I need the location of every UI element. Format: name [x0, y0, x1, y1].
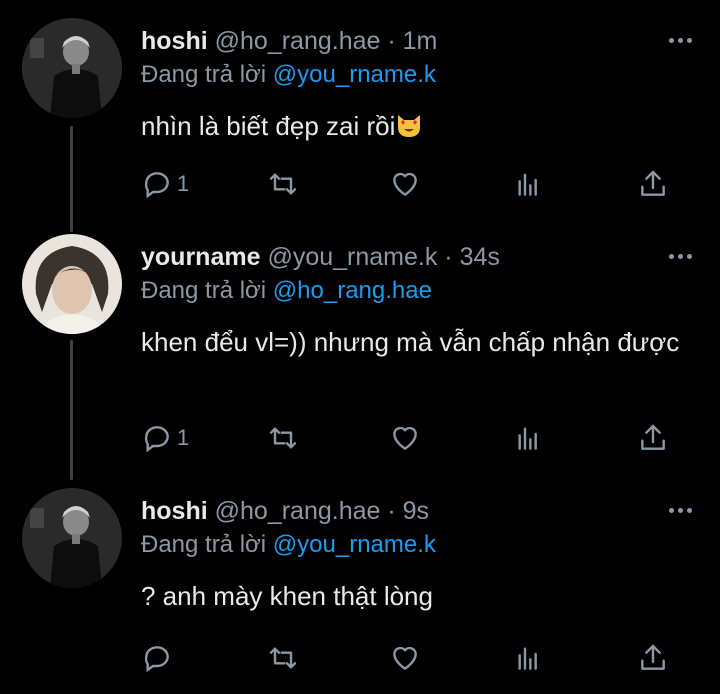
heart-eyes-cat-emoji: [395, 110, 423, 150]
avatar[interactable]: [22, 234, 122, 334]
more-options-icon[interactable]: [669, 254, 692, 259]
reply-count: 1: [177, 171, 190, 196]
share-button[interactable]: [637, 166, 669, 202]
tweet-actions: [141, 640, 681, 676]
more-options-icon[interactable]: [669, 508, 692, 513]
tweet-text: ? anh mày khen thật lòng: [141, 581, 433, 611]
replying-to: Đang trả lời @you_rname.k: [141, 60, 700, 90]
share-button[interactable]: [637, 640, 669, 676]
reply-icon: [144, 646, 169, 673]
handle[interactable]: @ho_rang.hae: [215, 497, 381, 525]
retweet-button[interactable]: [267, 640, 299, 676]
like-icon: [393, 646, 417, 670]
reply-prefix: Đang trả lời: [141, 277, 267, 304]
analytics-icon: [518, 173, 537, 196]
retweet-button[interactable]: [267, 420, 299, 456]
tweet-header: yourname @you_rname.k · 34s: [141, 242, 700, 272]
display-name[interactable]: hoshi: [141, 27, 208, 55]
tweet-actions: 1: [141, 420, 681, 456]
share-button[interactable]: [637, 420, 669, 456]
tweet[interactable]: hoshi @ho_rang.hae · 1m Đang trả lời @yo…: [0, 18, 720, 218]
mention-link[interactable]: @you_rname.k: [273, 531, 436, 558]
share-icon: [641, 170, 665, 196]
reply-icon: [144, 172, 169, 199]
timestamp[interactable]: · 9s: [387, 497, 429, 525]
tweet[interactable]: yourname @you_rname.k · 34s Đang trả lời…: [0, 234, 720, 464]
share-icon: [641, 644, 665, 670]
tweet-header: hoshi @ho_rang.hae · 1m: [141, 26, 700, 56]
reply-icon: [144, 426, 169, 453]
display-name[interactable]: yourname: [141, 243, 260, 271]
like-icon: [393, 426, 417, 450]
timestamp[interactable]: · 34s: [444, 243, 500, 271]
share-icon: [641, 424, 665, 450]
tweet-content: hoshi @ho_rang.hae · 1m Đang trả lời @yo…: [141, 26, 700, 150]
retweet-button[interactable]: [267, 166, 299, 202]
like-icon: [393, 172, 417, 196]
retweet-icon: [269, 427, 297, 449]
retweet-icon: [269, 173, 297, 195]
analytics-icon: [518, 427, 537, 450]
retweet-icon: [269, 647, 297, 669]
tweet-content: yourname @you_rname.k · 34s Đang trả lời…: [141, 242, 700, 362]
like-button[interactable]: [389, 420, 421, 456]
reply-button[interactable]: 1: [141, 420, 189, 456]
avatar[interactable]: [22, 18, 122, 118]
tweet-text-content: nhìn là biết đẹp zai rồi: [141, 111, 396, 141]
tweet-content: hoshi @ho_rang.hae · 9s Đang trả lời @yo…: [141, 496, 700, 616]
reply-count: 1: [177, 425, 190, 450]
like-button[interactable]: [389, 166, 421, 202]
tweet-text: khen đểu vl=)) nhưng mà vẫn chấp nhận đư…: [141, 327, 680, 357]
reply-button[interactable]: [141, 640, 177, 676]
more-options-icon[interactable]: [669, 38, 692, 43]
tweet-header: hoshi @ho_rang.hae · 9s: [141, 496, 700, 526]
reply-prefix: Đang trả lời: [141, 531, 267, 558]
analytics-button[interactable]: [513, 640, 545, 676]
mention-link[interactable]: @ho_rang.hae: [273, 277, 432, 304]
handle[interactable]: @ho_rang.hae: [215, 27, 381, 55]
tweet-text: nhìn là biết đẹp zai rồi: [141, 106, 700, 150]
analytics-button[interactable]: [513, 420, 545, 456]
timestamp[interactable]: · 1m: [387, 27, 437, 55]
like-button[interactable]: [389, 640, 421, 676]
replying-to: Đang trả lời @ho_rang.hae: [141, 276, 700, 306]
mention-link[interactable]: @you_rname.k: [273, 61, 436, 88]
replying-to: Đang trả lời @you_rname.k: [141, 530, 700, 560]
analytics-button[interactable]: [513, 166, 545, 202]
tweet-actions: 1: [141, 166, 681, 202]
handle[interactable]: @you_rname.k: [267, 243, 437, 271]
avatar[interactable]: [22, 488, 122, 588]
tweet[interactable]: hoshi @ho_rang.hae · 9s Đang trả lời @yo…: [0, 488, 720, 688]
reply-button[interactable]: 1: [141, 166, 189, 202]
display-name[interactable]: hoshi: [141, 497, 208, 525]
analytics-icon: [518, 647, 537, 670]
reply-prefix: Đang trả lời: [141, 61, 267, 88]
